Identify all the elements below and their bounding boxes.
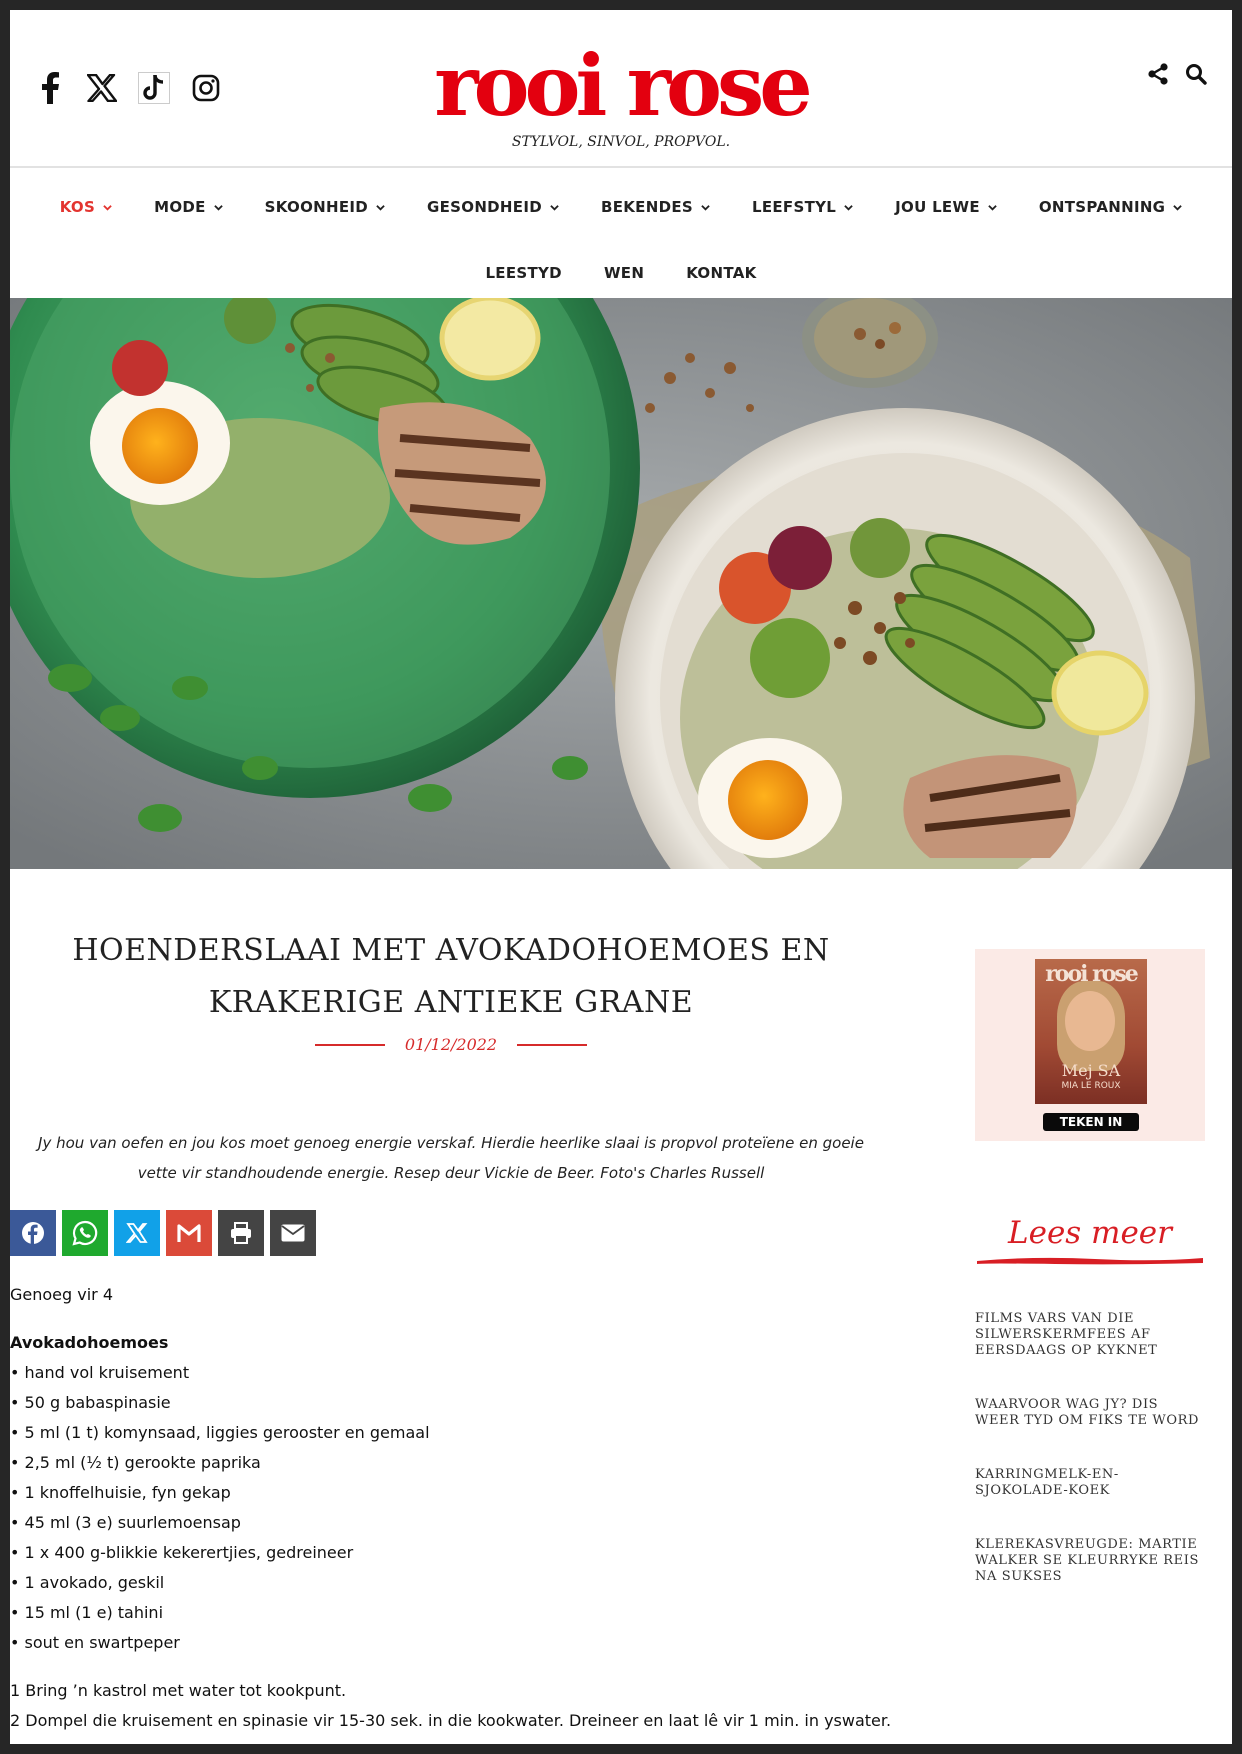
share-icon[interactable] <box>1146 62 1170 86</box>
main-nav: KOS MODE SKOONHEID GESONDHEID BEKENDES L… <box>10 186 1232 228</box>
chevron-down-icon <box>376 204 385 211</box>
cover-subheadline: MIA LE ROUX <box>1061 1081 1121 1091</box>
print-icon <box>231 1222 251 1244</box>
chevron-down-icon <box>1173 204 1183 211</box>
section-heading: Avokadohoemoes <box>10 1333 169 1352</box>
ingredient-item: • 50 g babaspinasie <box>10 1393 171 1412</box>
chevron-down-icon <box>213 204 223 211</box>
share-facebook-button[interactable] <box>10 1210 56 1256</box>
email-icon <box>281 1224 305 1242</box>
share-buttons <box>10 1210 892 1256</box>
article-intro: Jy hou van oefen en jou kos moet genoeg … <box>38 1134 864 1182</box>
header-tools <box>1146 62 1208 86</box>
share-print-button[interactable] <box>218 1210 264 1256</box>
nav-item-leefstyl[interactable]: LEEFSTYL <box>752 198 853 216</box>
share-gmail-button[interactable] <box>166 1210 212 1256</box>
ingredient-item: • 15 ml (1 e) tahini <box>10 1603 164 1622</box>
ingredient-item: • 45 ml (3 e) suurlemoensap <box>10 1513 241 1532</box>
nav-item-jou-lewe[interactable]: JOU LEWE <box>895 198 997 216</box>
method-step: 2 Dompel die kruisement en spinasie vir … <box>10 1711 892 1730</box>
related-article-link[interactable]: KLEREKASVREUGDE: MARTIE WALKER SE KLEURR… <box>975 1537 1205 1585</box>
nav-item-bekendes[interactable]: BEKENDES <box>601 198 710 216</box>
gmail-icon <box>177 1224 201 1242</box>
site-logo[interactable]: rooi rose <box>434 40 812 132</box>
nav-item-ontspanning[interactable]: ONTSPANNING <box>1039 198 1183 216</box>
related-articles: FILMS VARS VAN DIE SILWERSKERMFEES AF EE… <box>975 1311 1205 1585</box>
share-x-button[interactable] <box>114 1210 160 1256</box>
page: rooi rose STYLVOL, SINVOL, PROPVOL. KOS … <box>10 10 1232 1744</box>
cover-masthead: rooi rose <box>1045 961 1139 987</box>
related-article-link[interactable]: WAARVOOR WAG JY? DIS WEER TYD OM FIKS TE… <box>975 1397 1205 1429</box>
facebook-icon <box>22 1222 44 1244</box>
ingredient-item: • 5 ml (1 t) komynsaad, liggies gerooste… <box>10 1423 430 1442</box>
nav-item-wen[interactable]: WEN <box>604 264 644 282</box>
main-nav-row-2: LEESTYD WEN KONTAK <box>10 252 1232 294</box>
magazine-cover[interactable]: rooi rose Mej SA MIA LE ROUX <box>1035 959 1147 1104</box>
related-article-link[interactable]: FILMS VARS VAN DIE SILWERSKERMFEES AF EE… <box>975 1311 1205 1359</box>
site-branding: rooi rose STYLVOL, SINVOL, PROPVOL. <box>10 40 1232 151</box>
ingredient-item: • sout en swartpeper <box>10 1633 180 1652</box>
ingredient-item: • 1 knoffelhuisie, fyn gekap <box>10 1483 231 1502</box>
serves-text: Genoeg vir 4 <box>10 1285 114 1304</box>
nav-item-mode[interactable]: MODE <box>154 198 223 216</box>
chevron-down-icon <box>701 204 710 211</box>
nav-item-leestyd[interactable]: LEESTYD <box>485 264 562 282</box>
ingredient-item: • hand vol kruisement <box>10 1363 190 1382</box>
chevron-down-icon <box>103 204 112 211</box>
share-whatsapp-button[interactable] <box>62 1210 108 1256</box>
cover-headline: Mej SA <box>1061 1061 1121 1080</box>
ingredient-item: • 2,5 ml (½ t) gerookte paprika <box>10 1453 261 1472</box>
nav-item-skoonheid[interactable]: SKOONHEID <box>265 198 385 216</box>
search-icon[interactable] <box>1184 62 1208 86</box>
article: HOENDERSLAAI MET AVOKADOHOEMOES EN KRAKE… <box>10 925 892 1736</box>
date-row: 01/12/2022 <box>10 1035 892 1054</box>
share-email-button[interactable] <box>270 1210 316 1256</box>
date-divider-left <box>314 1043 385 1046</box>
whatsapp-icon <box>72 1220 98 1246</box>
header-divider <box>10 166 1232 168</box>
article-date: 01/12/2022 <box>404 1035 498 1054</box>
chevron-down-icon <box>988 204 997 211</box>
nav-item-kontak[interactable]: KONTAK <box>686 264 756 282</box>
date-divider-right <box>517 1043 588 1046</box>
brush-underline <box>977 1257 1203 1265</box>
lees-meer-heading: Lees meer <box>1008 1215 1172 1251</box>
article-title: HOENDERSLAAI MET AVOKADOHOEMOES EN KRAKE… <box>72 933 830 1020</box>
chevron-down-icon <box>550 204 559 211</box>
method-step: 1 Bring ’n kastrol met water tot kookpun… <box>10 1681 347 1700</box>
nav-item-gesondheid[interactable]: GESONDHEID <box>427 198 559 216</box>
x-icon <box>126 1223 148 1243</box>
chevron-down-icon <box>844 204 853 211</box>
ingredient-item: • 1 x 400 g-blikkie kekerertjies, gedrei… <box>10 1543 354 1562</box>
magazine-promo[interactable]: rooi rose Mej SA MIA LE ROUX TEKEN IN <box>975 949 1205 1141</box>
hero-image <box>10 298 1232 869</box>
nav-item-kos[interactable]: KOS <box>60 198 112 216</box>
ingredient-item: • 1 avokado, geskil <box>10 1573 165 1592</box>
site-tagline: STYLVOL, SINVOL, PROPVOL. <box>511 134 731 150</box>
recipe-body: Genoeg vir 4 Avokadohoemoes • hand vol k… <box>10 1280 892 1736</box>
sidebar: rooi rose Mej SA MIA LE ROUX TEKEN IN Le… <box>975 949 1205 1623</box>
related-article-link[interactable]: KARRINGMELK-EN-SJOKOLADE-KOEK <box>975 1467 1205 1499</box>
subscribe-button[interactable]: TEKEN IN <box>1043 1113 1139 1131</box>
